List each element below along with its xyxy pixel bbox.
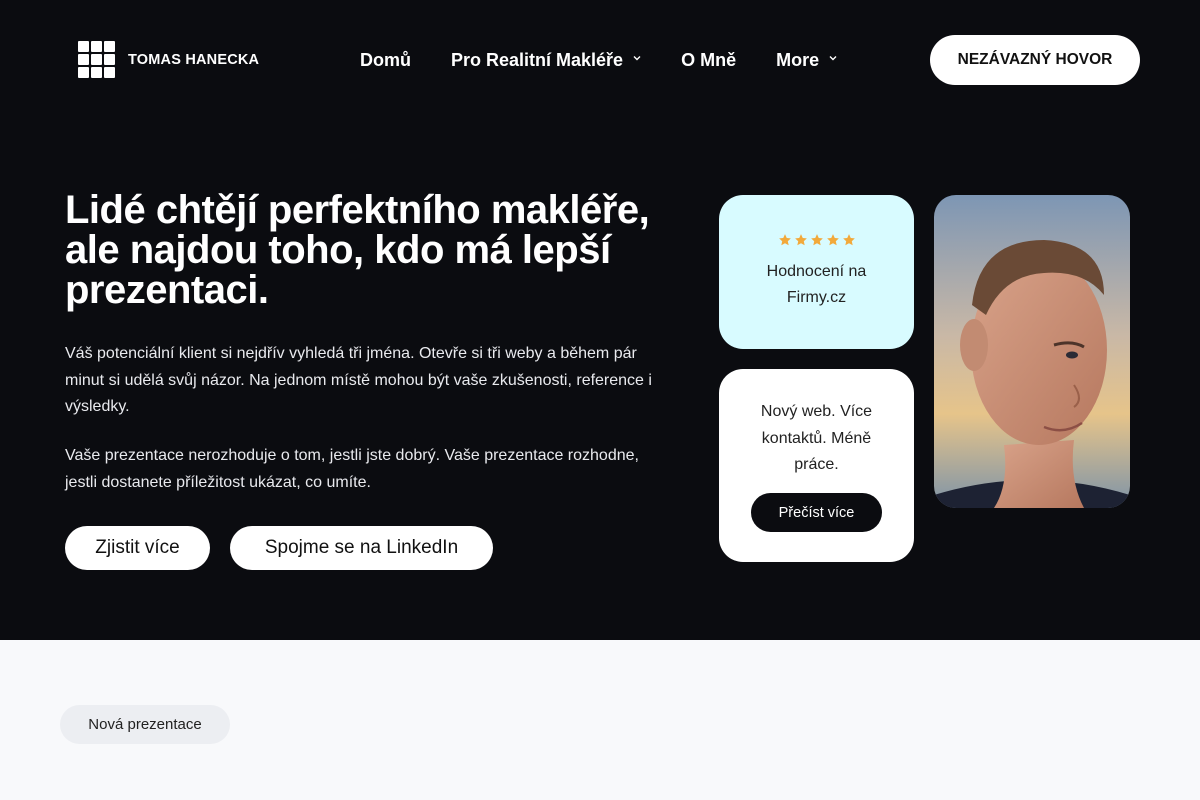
rating-card: Hodnocení na Firmy.cz <box>719 195 914 349</box>
section-tag: Nová prezentace <box>60 705 230 744</box>
hero-paragraph-1: Váš potenciální klient si nejdřív vyhled… <box>65 345 652 415</box>
hero-section: TOMAS HANECKA Domů Pro Realitní Makléře … <box>0 0 1200 640</box>
nav-item-label: Pro Realitní Makléře <box>451 49 624 70</box>
rating-label: Hodnocení na Firmy.cz <box>766 263 867 306</box>
free-call-button[interactable]: NEZÁVAZNÝ HOVOR <box>930 35 1140 85</box>
nav-item-label: O Mně <box>681 49 737 70</box>
nav-item-label: More <box>776 49 820 70</box>
hero-paragraph-2: Vaše prezentace nerozhoduje o tom, jestl… <box>65 447 639 491</box>
brand-name: TOMAS HANECKA <box>128 51 260 68</box>
nav-item-pro-realitni-maklere[interactable]: Pro Realitní Makléře <box>451 50 641 71</box>
read-more-button[interactable]: Přečíst více <box>751 493 882 532</box>
new-web-text: Nový web. Více kontaktů. Méně práce. <box>760 403 873 473</box>
main-nav: Domů Pro Realitní Makléře O Mně More <box>360 48 877 72</box>
chevron-down-icon <box>633 54 641 62</box>
nav-item-domu[interactable]: Domů <box>360 50 411 71</box>
new-web-card: Nový web. Více kontaktů. Méně práce. Pře… <box>719 369 914 562</box>
learn-more-button[interactable]: Zjistit více <box>65 526 210 570</box>
star-icon <box>794 234 807 246</box>
chevron-down-icon <box>829 54 837 62</box>
nav-item-o-mne[interactable]: O Mně <box>681 50 736 71</box>
nav-item-label: Domů <box>360 49 411 70</box>
star-icon <box>778 234 791 246</box>
grid-logo-icon <box>78 41 115 78</box>
star-icon <box>826 234 839 246</box>
brand-logo[interactable]: TOMAS HANECKA <box>78 41 259 78</box>
linkedin-button[interactable]: Spojme se na LinkedIn <box>230 526 493 570</box>
star-rating <box>719 233 914 247</box>
star-icon <box>810 234 823 246</box>
star-icon <box>842 234 855 246</box>
hero-headline: Lidé chtějí perfektního makléře, ale naj… <box>65 188 650 312</box>
nav-item-more[interactable]: More <box>776 50 837 71</box>
portrait-photo <box>934 195 1130 508</box>
